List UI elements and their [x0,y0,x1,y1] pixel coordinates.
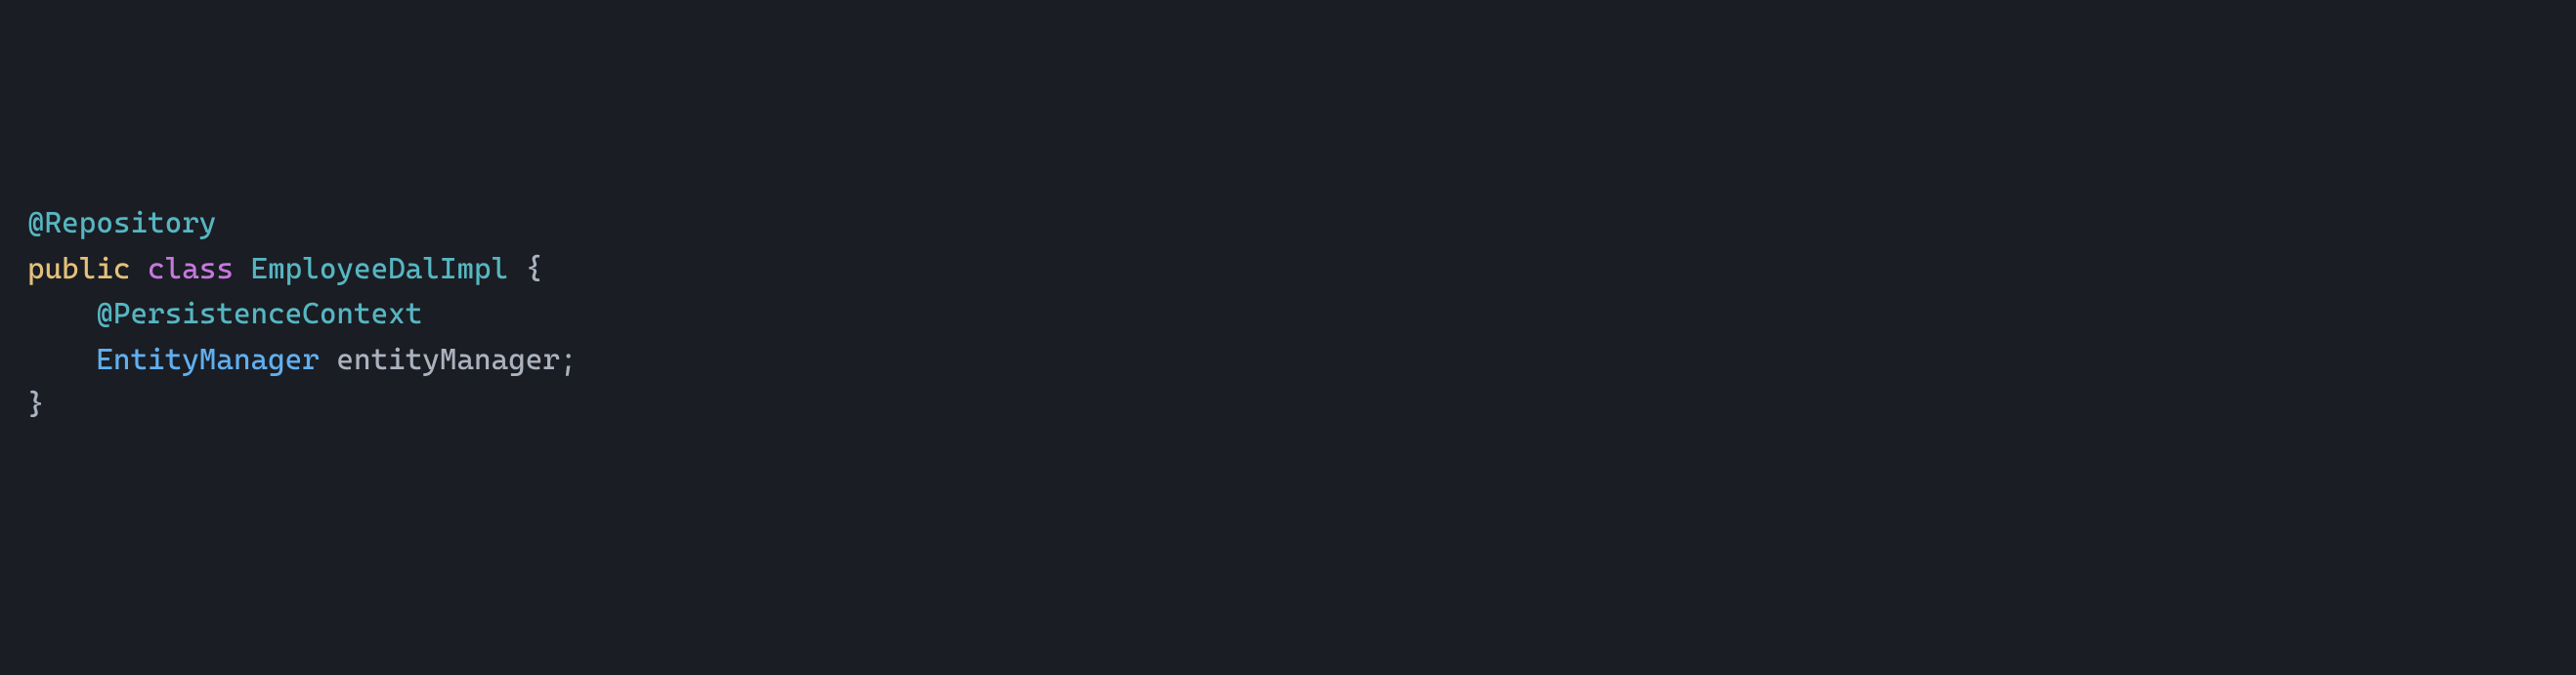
keyword-public: public [27,252,130,286]
code-line-4: @PersistenceContext [27,292,2549,338]
code-editor-content[interactable]: @Repository public class EmployeeDalImpl … [27,201,2549,429]
code-line-8: } [27,383,2549,429]
keyword-class: class [148,252,234,286]
brace-open: { [526,252,543,286]
annotation-repository: @Repository [27,206,216,240]
code-line-2: public class EmployeeDalImpl { [27,247,2549,293]
semicolon: ; [560,343,578,377]
identifier-entity-manager: entityManager [336,343,560,377]
brace-close: } [27,388,45,422]
indent [27,297,96,331]
code-line-1: @Repository [27,201,2549,247]
annotation-persistence-context: @PersistenceContext [96,297,422,331]
type-entity-manager: EntityManager [96,343,320,377]
class-name: EmployeeDalImpl [251,252,509,286]
indent [27,343,96,377]
code-line-5: EntityManager entityManager; [27,338,2549,384]
